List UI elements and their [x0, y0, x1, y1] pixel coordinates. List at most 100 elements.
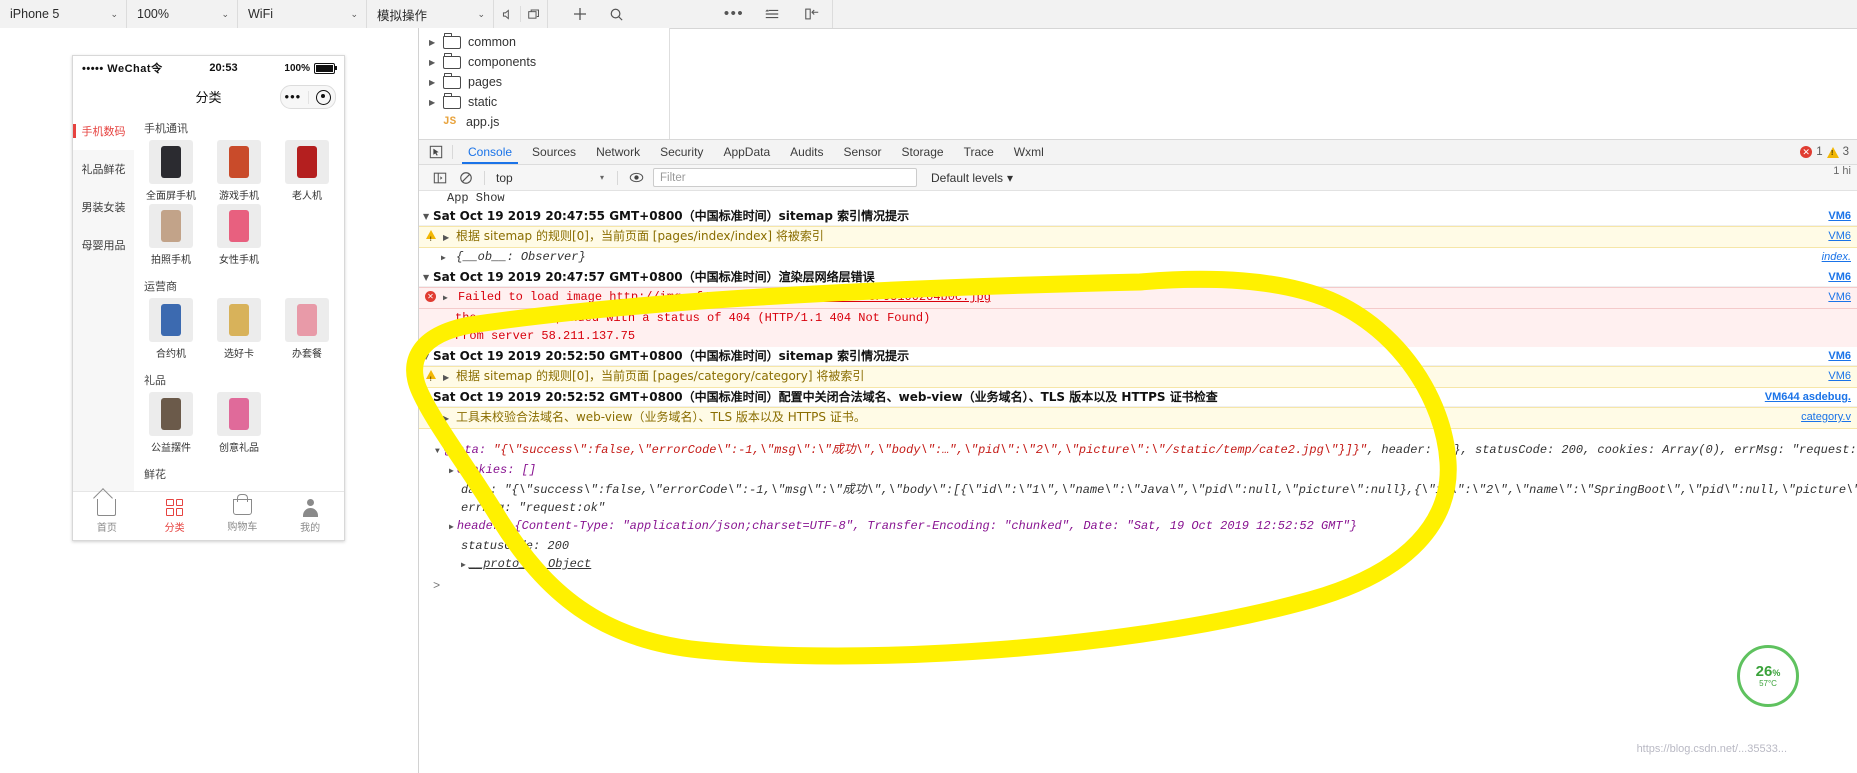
- wechat-capsule[interactable]: •••: [280, 85, 336, 109]
- close-target-icon[interactable]: [316, 89, 332, 105]
- source-link[interactable]: VM6: [1828, 269, 1851, 285]
- tab-network[interactable]: Network: [586, 140, 650, 164]
- filter-input[interactable]: Filter: [653, 168, 917, 187]
- caret-right-icon[interactable]: ▶: [443, 294, 448, 303]
- console-object-prop[interactable]: ▶ header: {Content-Type: "application/jso…: [419, 517, 1857, 537]
- caret-right-icon[interactable]: ▶: [449, 523, 454, 532]
- error-image-link[interactable]: http://img.ef43.com.cn/product/2016/8/05…: [609, 290, 991, 304]
- volume-icon[interactable]: [494, 0, 520, 28]
- console-row-warning[interactable]: ▶ 根据 sitemap 的规则[0]，当前页面 [pages/category…: [419, 366, 1857, 388]
- list-icon[interactable]: [752, 0, 792, 28]
- caret-down-icon[interactable]: ▼: [423, 349, 429, 365]
- caret-right-icon[interactable]: ▶: [429, 78, 443, 87]
- console-object-root[interactable]: ▼ {data: "{\"success\":false,\"errorCode\…: [419, 441, 1857, 461]
- tabbar-item-home[interactable]: 首页: [73, 492, 141, 540]
- tab-security[interactable]: Security: [650, 140, 713, 164]
- phone-simulator[interactable]: ••••• WeChat令 20:53 100% 分类 ••• 手机数码 礼品鲜…: [72, 55, 345, 541]
- caret-right-icon[interactable]: ▶: [443, 414, 449, 423]
- caret-down-icon[interactable]: ▼: [435, 447, 440, 456]
- product-cell[interactable]: 公益摆件: [137, 392, 205, 458]
- caret-down-icon[interactable]: ▼: [423, 390, 429, 406]
- tree-item-static[interactable]: ▶ static: [419, 92, 669, 112]
- product-cell[interactable]: 创意礼品: [205, 392, 273, 458]
- tree-item-common[interactable]: ▶ common: [419, 32, 669, 52]
- source-link[interactable]: VM6: [1828, 348, 1851, 364]
- product-cell[interactable]: 全面屏手机: [137, 140, 205, 206]
- inspect-element-icon[interactable]: [425, 143, 447, 161]
- tab-audits[interactable]: Audits: [780, 140, 833, 164]
- live-expression-icon[interactable]: [623, 171, 649, 184]
- console-prompt[interactable]: >: [419, 579, 1857, 593]
- console-row-warning[interactable]: ▶ 工具未校验合法域名、web-view（业务域名）、TLS 版本以及 HTTP…: [419, 407, 1857, 429]
- product-cell[interactable]: 合约机: [137, 298, 205, 364]
- tab-sources[interactable]: Sources: [522, 140, 586, 164]
- clear-console-icon[interactable]: [453, 171, 479, 185]
- product-cell[interactable]: 办套餐: [273, 298, 341, 364]
- console-row-warning[interactable]: ▶ 根据 sitemap 的规则[0]，当前页面 [pages/index/in…: [419, 226, 1857, 248]
- tab-trace[interactable]: Trace: [954, 140, 1004, 164]
- network-select[interactable]: WiFi ⌄: [238, 0, 367, 28]
- issue-counters[interactable]: ✕ 1 3: [1800, 140, 1849, 164]
- product-cell[interactable]: 老人机: [273, 140, 341, 206]
- tabbar-item-cart[interactable]: 购物车: [209, 492, 277, 540]
- device-select[interactable]: iPhone 5 ⌄: [0, 0, 127, 28]
- tabbar-item-category[interactable]: 分类: [141, 492, 209, 540]
- caret-right-icon[interactable]: ▶: [441, 254, 446, 263]
- console-log-list[interactable]: App Show ▼ Sat Oct 19 2019 20:47:55 GMT+…: [419, 189, 1857, 773]
- scale-select[interactable]: 100% ⌄: [127, 0, 238, 28]
- console-object-prop[interactable]: ▶ cookies: []: [419, 461, 1857, 481]
- caret-down-icon[interactable]: ▼: [423, 209, 429, 225]
- more-icon[interactable]: •••: [716, 0, 752, 28]
- add-icon[interactable]: [562, 0, 598, 28]
- tree-item-appjs[interactable]: JS app.js: [419, 112, 669, 132]
- tab-sensor[interactable]: Sensor: [834, 140, 892, 164]
- tree-item-pages[interactable]: ▶ pages: [419, 72, 669, 92]
- product-cell[interactable]: 游戏手机: [205, 140, 273, 206]
- console-row[interactable]: ▼ Sat Oct 19 2019 20:52:52 GMT+0800（中国标准…: [419, 388, 1857, 407]
- product-cell[interactable]: 选好卡: [205, 298, 273, 364]
- console-row[interactable]: ▼ Sat Oct 19 2019 20:47:57 GMT+0800（中国标准…: [419, 268, 1857, 287]
- tab-storage[interactable]: Storage: [892, 140, 954, 164]
- console-row[interactable]: ▼ Sat Oct 19 2019 20:52:50 GMT+0800（中国标准…: [419, 347, 1857, 366]
- sidebar-item-2[interactable]: 男装女装: [73, 188, 134, 226]
- caret-right-icon[interactable]: ▶: [429, 98, 443, 107]
- execution-context-select[interactable]: top ▾: [490, 171, 612, 185]
- caret-right-icon[interactable]: ▶: [443, 233, 449, 242]
- panel-toggle-icon[interactable]: [792, 0, 833, 28]
- source-link[interactable]: VM6: [1828, 228, 1851, 244]
- console-row[interactable]: App Show: [419, 189, 1857, 207]
- log-levels-select[interactable]: Default levels ▾: [931, 171, 1013, 185]
- product-cell[interactable]: 女性手机: [205, 204, 273, 270]
- caret-right-icon[interactable]: ▶: [461, 561, 466, 570]
- source-link[interactable]: index.: [1822, 249, 1851, 265]
- source-link[interactable]: VM6: [1828, 289, 1851, 305]
- caret-down-icon[interactable]: ▼: [423, 270, 429, 286]
- product-cell[interactable]: 拍照手机: [137, 204, 205, 270]
- tab-appdata[interactable]: AppData: [713, 140, 780, 164]
- caret-right-icon[interactable]: ▶: [429, 38, 443, 47]
- sidebar-item-1[interactable]: 礼品鲜花: [73, 150, 134, 188]
- console-object-prop[interactable]: ▶ __proto__: Object: [419, 555, 1857, 575]
- menu-dots-icon[interactable]: •••: [285, 90, 302, 103]
- caret-right-icon[interactable]: ▶: [443, 373, 449, 382]
- tab-console[interactable]: Console: [458, 140, 522, 164]
- tabbar-item-mine[interactable]: 我的: [276, 492, 344, 540]
- source-link[interactable]: VM6: [1828, 368, 1851, 384]
- source-link[interactable]: VM6: [1828, 208, 1851, 224]
- search-icon[interactable]: [598, 0, 634, 28]
- window-icon[interactable]: [521, 0, 547, 28]
- mode-select[interactable]: 模拟操作 ⌄: [367, 0, 494, 28]
- hidden-messages-label[interactable]: 1 hi: [1833, 165, 1851, 177]
- tree-item-components[interactable]: ▶ components: [419, 52, 669, 72]
- sidebar-item-0[interactable]: 手机数码: [73, 112, 134, 150]
- console-row-error[interactable]: ✕ ▶ Failed to load image http://img.ef43…: [419, 287, 1857, 309]
- source-link[interactable]: category.v: [1801, 409, 1851, 425]
- caret-right-icon[interactable]: ▶: [449, 467, 454, 476]
- sidebar-item-3[interactable]: 母婴用品: [73, 226, 134, 264]
- source-link[interactable]: VM644 asdebug.: [1765, 389, 1851, 405]
- caret-right-icon[interactable]: ▶: [429, 58, 443, 67]
- console-sidebar-icon[interactable]: [427, 171, 453, 185]
- console-row-object[interactable]: ▶ {__ob__: Observer} index.: [419, 248, 1857, 268]
- tab-wxml[interactable]: Wxml: [1004, 140, 1054, 164]
- console-row[interactable]: ▼ Sat Oct 19 2019 20:47:55 GMT+0800（中国标准…: [419, 207, 1857, 226]
